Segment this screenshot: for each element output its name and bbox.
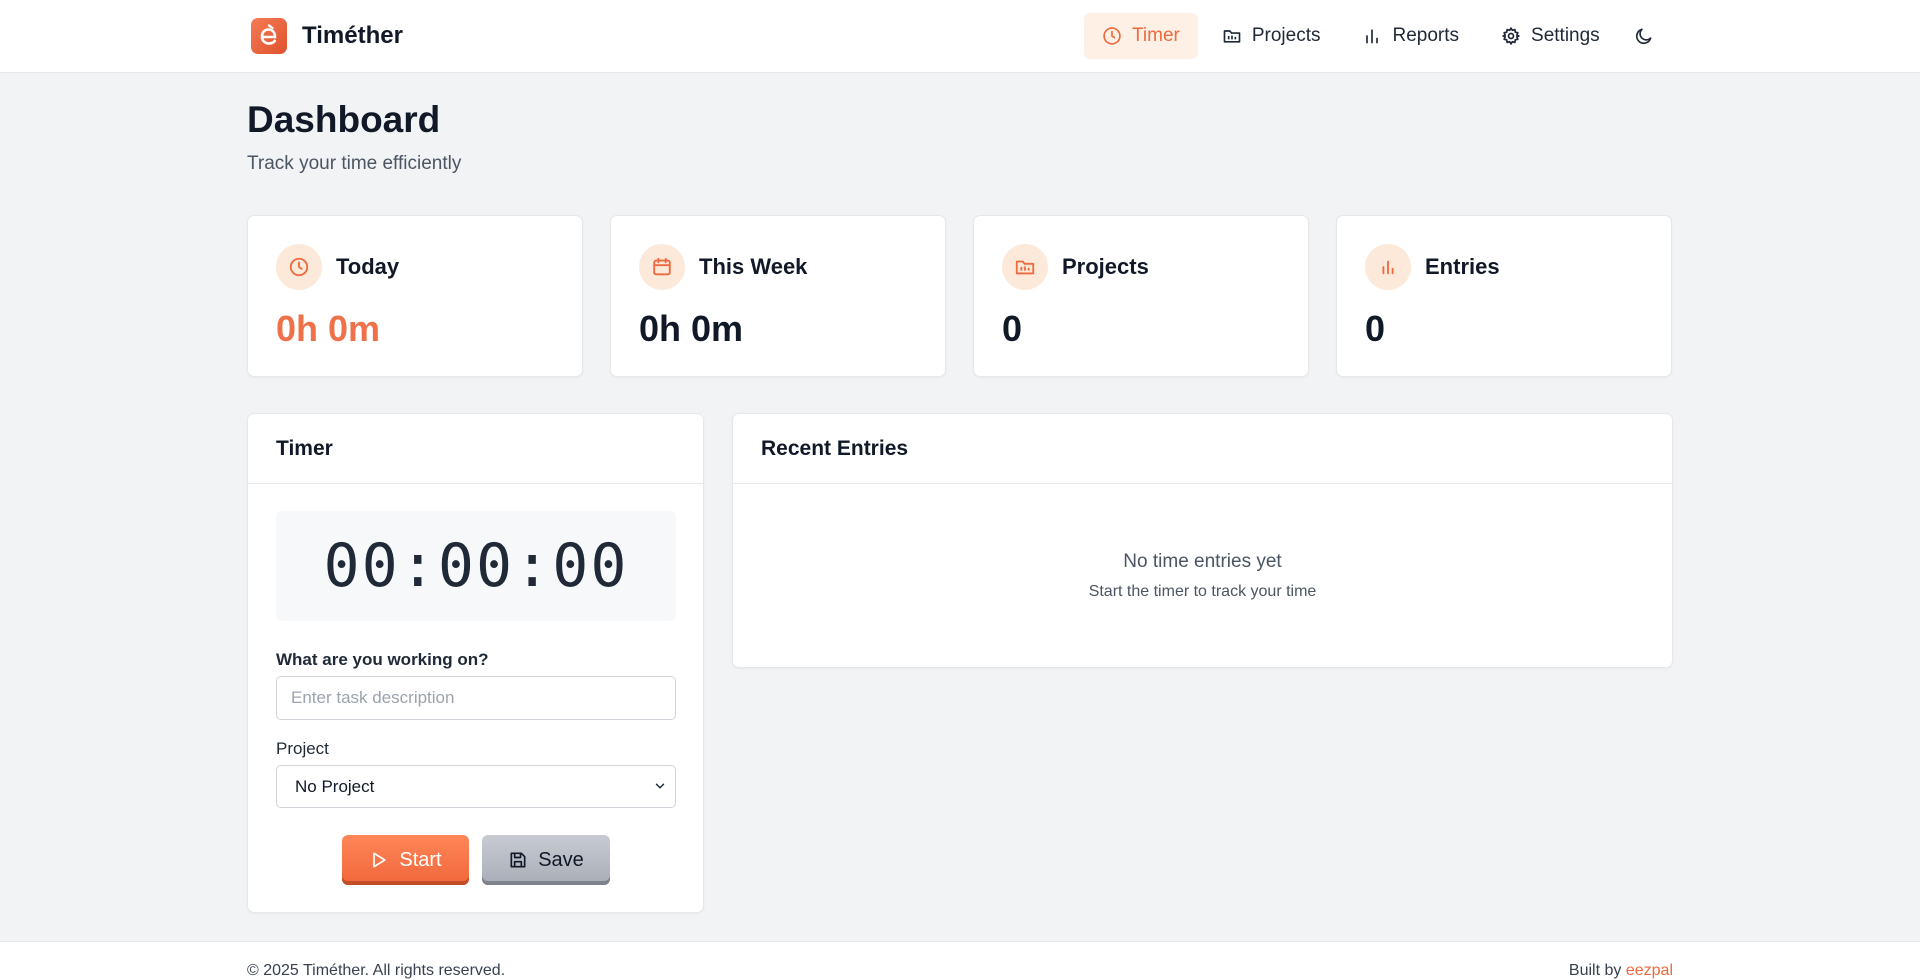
brand[interactable]: Timéther (251, 18, 403, 54)
project-label: Project (276, 739, 329, 758)
app-logo-icon (251, 18, 287, 54)
empty-state-subtitle: Start the timer to track your time (1088, 583, 1317, 600)
theme-toggle-button[interactable] (1626, 13, 1662, 59)
nav-item-label: Projects (1251, 25, 1321, 46)
calendar-icon (639, 244, 685, 290)
built-by-link[interactable]: eezpal (1626, 962, 1673, 979)
recent-entries-title: Recent Entries (733, 414, 1672, 484)
save-icon (510, 852, 526, 868)
top-navbar: Timéther Timer Projects Reports Settings (0, 0, 1920, 73)
start-button[interactable]: Start (342, 835, 469, 885)
page-subtitle: Track your time efficiently (247, 153, 462, 174)
nav-item-label: Settings (1531, 25, 1600, 46)
nav-item-settings[interactable]: Settings (1483, 13, 1618, 59)
bar-chart-icon (1365, 244, 1411, 290)
chevron-down-icon (655, 783, 665, 789)
page-title: Dashboard (247, 99, 441, 140)
nav-item-projects[interactable]: Projects (1204, 13, 1339, 59)
copyright-text: © 2025 Timéther. All rights reserved. (247, 962, 506, 979)
play-icon (373, 852, 387, 868)
main-nav: Timer Projects Reports Settings (1084, 13, 1662, 59)
moon-icon (1635, 28, 1652, 45)
stat-card-projects: Projects 0 (973, 215, 1309, 377)
stat-label: This Week (699, 254, 808, 279)
nav-item-reports[interactable]: Reports (1344, 13, 1477, 59)
stat-card-today: Today 0h 0m (247, 215, 583, 377)
built-by: Built by eezpal (1569, 962, 1673, 980)
timer-display: 00:00:00 (276, 511, 676, 621)
project-select[interactable]: No Project (276, 765, 676, 808)
bar-chart-icon (1366, 29, 1379, 44)
task-label: What are you working on? (276, 650, 489, 669)
stat-label: Entries (1425, 254, 1500, 279)
nav-item-label: Timer (1132, 25, 1180, 46)
footer: © 2025 Timéther. All rights reserved. Bu… (0, 941, 1920, 980)
clock-icon (1103, 27, 1121, 45)
task-description-input[interactable] (276, 676, 676, 720)
stat-value: 0h 0m (276, 308, 381, 349)
stat-value: 0h 0m (639, 308, 744, 349)
stat-card-this-week: This Week 0h 0m (610, 215, 946, 377)
folder-icon (1223, 30, 1241, 43)
recent-entries-panel: Recent Entries No time entries yet Start… (732, 413, 1673, 668)
nav-item-timer[interactable]: Timer (1084, 13, 1198, 59)
timer-panel-title: Timer (248, 414, 703, 484)
save-button[interactable]: Save (482, 835, 610, 885)
stat-label: Projects (1062, 254, 1149, 279)
nav-item-label: Reports (1392, 25, 1460, 46)
app-name: Timéther (302, 22, 403, 49)
project-select-value: No Project (295, 776, 375, 796)
stat-label: Today (336, 254, 400, 279)
built-by-prefix: Built by (1568, 962, 1622, 979)
timer-panel: Timer 00:00:00 What are you working on? … (247, 413, 704, 913)
stat-value: 0 (1002, 308, 1023, 349)
stat-card-entries: Entries 0 (1336, 215, 1672, 377)
start-button-label: Start (399, 848, 442, 871)
save-button-label: Save (538, 848, 584, 871)
folder-icon (1002, 244, 1048, 290)
stats-row: Today 0h 0m This Week 0h 0m Projects 0 E… (247, 215, 1672, 377)
gear-icon (1502, 27, 1520, 45)
stat-value: 0 (1365, 308, 1386, 349)
clock-icon (276, 244, 322, 290)
empty-state-title: No time entries yet (1123, 551, 1282, 572)
